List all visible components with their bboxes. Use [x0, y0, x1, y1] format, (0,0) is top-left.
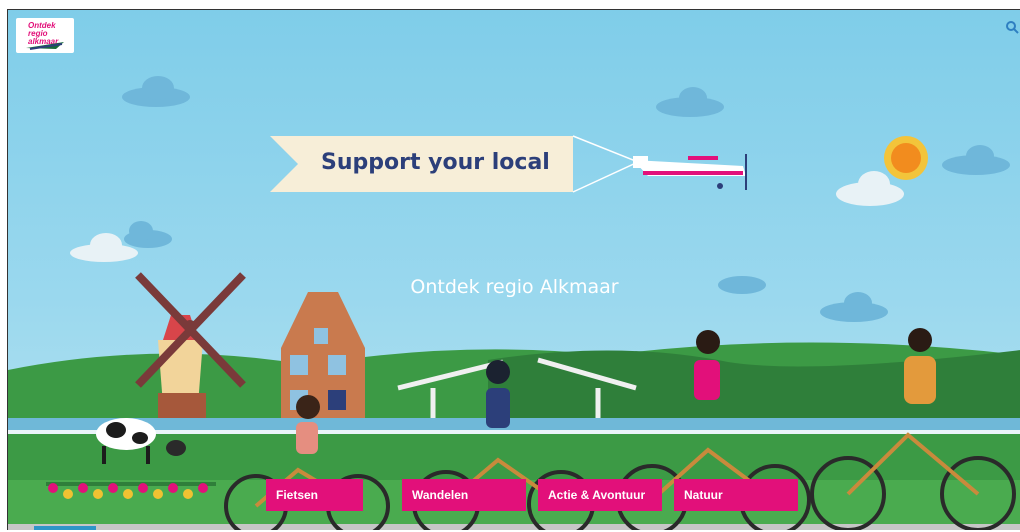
plane — [633, 154, 747, 190]
category-label: Wandelen — [412, 488, 469, 502]
bottom-tab-indicator — [34, 526, 96, 530]
category-button-fietsen[interactable]: Fietsen — [266, 479, 363, 511]
search-icon[interactable] — [1005, 20, 1019, 34]
category-label: Fietsen — [276, 488, 319, 502]
category-button-actie-avontuur[interactable]: Actie & Avontuur — [538, 479, 662, 511]
category-button-wandelen[interactable]: Wandelen — [402, 479, 526, 511]
canal-house — [281, 292, 365, 438]
site-logo[interactable]: Ontdek regio alkmaar — [16, 18, 74, 53]
category-label: Natuur — [684, 488, 723, 502]
sun — [884, 136, 928, 180]
category-button-natuur[interactable]: Natuur — [674, 479, 798, 511]
logo-icon — [26, 42, 64, 50]
banner-text: Support your local — [321, 150, 550, 175]
hero-headline: Ontdek regio Alkmaar — [410, 276, 619, 298]
tulips — [46, 482, 216, 499]
hero-illustration — [8, 76, 1020, 530]
hero-section: Ontdek regio alkmaar Support your local … — [7, 9, 1020, 530]
category-label: Actie & Avontuur — [548, 488, 646, 502]
